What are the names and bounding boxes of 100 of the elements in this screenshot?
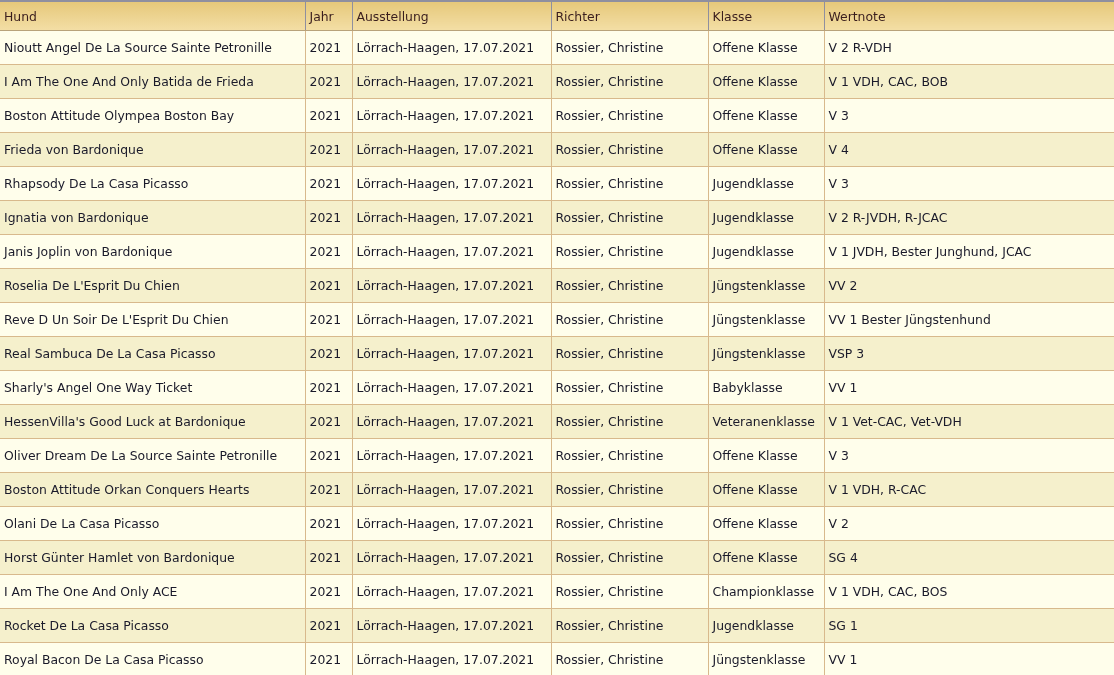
- table-cell: Rossier, Christine: [551, 506, 708, 541]
- table-cell: Offene Klasse: [708, 98, 824, 133]
- table-cell: 2021: [305, 132, 352, 167]
- table-cell: VV 1: [824, 642, 1114, 675]
- table-cell: VV 2: [824, 268, 1114, 303]
- table-cell: 2021: [305, 506, 352, 541]
- table-cell: 2021: [305, 608, 352, 643]
- table-cell: Rossier, Christine: [551, 166, 708, 201]
- table-cell: 2021: [305, 166, 352, 201]
- table-cell: 2021: [305, 370, 352, 405]
- table-cell: Rossier, Christine: [551, 30, 708, 65]
- table-cell: Lörrach-Haagen, 17.07.2021: [352, 30, 551, 65]
- table-cell: Lörrach-Haagen, 17.07.2021: [352, 540, 551, 575]
- table-cell: Offene Klasse: [708, 438, 824, 473]
- table-cell: Reve D Un Soir De L'Esprit Du Chien: [0, 302, 305, 337]
- table-cell: Royal Bacon De La Casa Picasso: [0, 642, 305, 675]
- column-header[interactable]: Richter: [551, 1, 708, 31]
- table-cell: SG 1: [824, 608, 1114, 643]
- table-cell: 2021: [305, 438, 352, 473]
- table-cell: V 2 R-JVDH, R-JCAC: [824, 200, 1114, 235]
- table-cell: Offene Klasse: [708, 506, 824, 541]
- table-cell: Real Sambuca De La Casa Picasso: [0, 336, 305, 371]
- table-cell: V 1 VDH, CAC, BOB: [824, 64, 1114, 99]
- table-cell: Veteranenklasse: [708, 404, 824, 439]
- table-cell: Lörrach-Haagen, 17.07.2021: [352, 234, 551, 269]
- table-cell: Rossier, Christine: [551, 608, 708, 643]
- table-cell: Lörrach-Haagen, 17.07.2021: [352, 200, 551, 235]
- table-cell: V 1 Vet-CAC, Vet-VDH: [824, 404, 1114, 439]
- table-cell: Jugendklasse: [708, 166, 824, 201]
- table-cell: Lörrach-Haagen, 17.07.2021: [352, 132, 551, 167]
- table-cell: V 4: [824, 132, 1114, 167]
- table-cell: Janis Joplin von Bardonique: [0, 234, 305, 269]
- table-cell: Jugendklasse: [708, 234, 824, 269]
- column-header[interactable]: Wertnote: [824, 1, 1114, 31]
- table-cell: Lörrach-Haagen, 17.07.2021: [352, 642, 551, 675]
- table-cell: Lörrach-Haagen, 17.07.2021: [352, 438, 551, 473]
- table-cell: 2021: [305, 98, 352, 133]
- table-cell: V 2 R-VDH: [824, 30, 1114, 65]
- table-cell: Rossier, Christine: [551, 540, 708, 575]
- table-cell: Jüngstenklasse: [708, 302, 824, 337]
- table-cell: I Am The One And Only Batida de Frieda: [0, 64, 305, 99]
- table-cell: Boston Attitude Orkan Conquers Hearts: [0, 472, 305, 507]
- table-cell: Boston Attitude Olympea Boston Bay: [0, 98, 305, 133]
- table-cell: 2021: [305, 404, 352, 439]
- table-cell: Lörrach-Haagen, 17.07.2021: [352, 506, 551, 541]
- table-cell: Rossier, Christine: [551, 302, 708, 337]
- table-cell: Rossier, Christine: [551, 64, 708, 99]
- table-cell: Rossier, Christine: [551, 132, 708, 167]
- table-cell: Lörrach-Haagen, 17.07.2021: [352, 608, 551, 643]
- table-cell: Lörrach-Haagen, 17.07.2021: [352, 302, 551, 337]
- table-cell: Jüngstenklasse: [708, 268, 824, 303]
- table-cell: 2021: [305, 268, 352, 303]
- table-cell: Lörrach-Haagen, 17.07.2021: [352, 370, 551, 405]
- table-cell: Rossier, Christine: [551, 200, 708, 235]
- table-cell: Lörrach-Haagen, 17.07.2021: [352, 472, 551, 507]
- table-cell: V 1 JVDH, Bester Junghund, JCAC: [824, 234, 1114, 269]
- table-cell: Lörrach-Haagen, 17.07.2021: [352, 574, 551, 609]
- table-cell: 2021: [305, 64, 352, 99]
- table-cell: Sharly's Angel One Way Ticket: [0, 370, 305, 405]
- table-cell: Jüngstenklasse: [708, 336, 824, 371]
- table-cell: Offene Klasse: [708, 472, 824, 507]
- table-cell: VSP 3: [824, 336, 1114, 371]
- column-header[interactable]: Hund: [0, 1, 305, 31]
- column-header[interactable]: Ausstellung: [352, 1, 551, 31]
- column-header[interactable]: Jahr: [305, 1, 352, 31]
- table-cell: Olani De La Casa Picasso: [0, 506, 305, 541]
- table-cell: Offene Klasse: [708, 132, 824, 167]
- table-cell: Jüngstenklasse: [708, 642, 824, 675]
- table-cell: Rossier, Christine: [551, 370, 708, 405]
- table-cell: Rossier, Christine: [551, 234, 708, 269]
- table-cell: V 1 VDH, CAC, BOS: [824, 574, 1114, 609]
- table-cell: Ignatia von Bardonique: [0, 200, 305, 235]
- table-cell: Oliver Dream De La Source Sainte Petronille: [0, 438, 305, 473]
- table-cell: Rossier, Christine: [551, 472, 708, 507]
- table-cell: 2021: [305, 336, 352, 371]
- table-cell: V 1 VDH, R-CAC: [824, 472, 1114, 507]
- table-cell: Lörrach-Haagen, 17.07.2021: [352, 166, 551, 201]
- table-cell: Rossier, Christine: [551, 98, 708, 133]
- table-cell: Babyklasse: [708, 370, 824, 405]
- table-cell: Lörrach-Haagen, 17.07.2021: [352, 98, 551, 133]
- table-cell: Offene Klasse: [708, 540, 824, 575]
- table-cell: SG 4: [824, 540, 1114, 575]
- table-cell: Rossier, Christine: [551, 574, 708, 609]
- table-cell: VV 1 Bester Jüngstenhund: [824, 302, 1114, 337]
- table-cell: 2021: [305, 472, 352, 507]
- table-cell: Rossier, Christine: [551, 642, 708, 675]
- column-header[interactable]: Klasse: [708, 1, 824, 31]
- table-cell: Rossier, Christine: [551, 404, 708, 439]
- table-cell: Lörrach-Haagen, 17.07.2021: [352, 336, 551, 371]
- table-cell: HessenVilla's Good Luck at Bardonique: [0, 404, 305, 439]
- table-cell: Offene Klasse: [708, 30, 824, 65]
- table-cell: V 3: [824, 166, 1114, 201]
- table-cell: Lörrach-Haagen, 17.07.2021: [352, 268, 551, 303]
- table-cell: V 3: [824, 98, 1114, 133]
- table-cell: Rocket De La Casa Picasso: [0, 608, 305, 643]
- table-cell: V 3: [824, 438, 1114, 473]
- table-cell: VV 1: [824, 370, 1114, 405]
- table-cell: 2021: [305, 234, 352, 269]
- table-cell: V 2: [824, 506, 1114, 541]
- table-cell: Frieda von Bardonique: [0, 132, 305, 167]
